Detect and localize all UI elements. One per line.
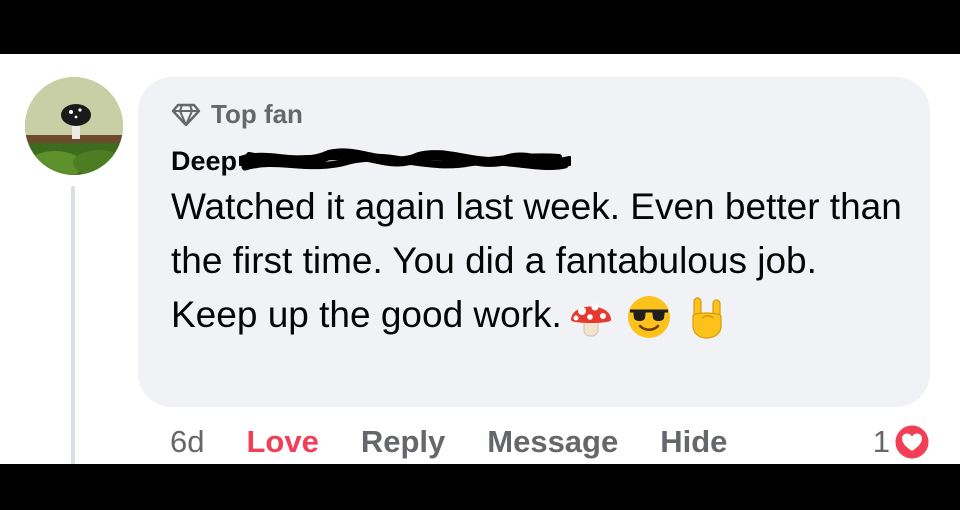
hide-button[interactable]: Hide: [660, 424, 727, 460]
horns-hand-emoji-icon: [684, 294, 730, 340]
redaction-scribble: [236, 147, 575, 175]
mushroom-emoji-icon: [568, 294, 614, 340]
diamond-icon: [171, 103, 201, 127]
author-name-link[interactable]: Deep: [171, 143, 575, 179]
reaction-summary[interactable]: 1: [873, 420, 932, 464]
reaction-count: 1: [872, 424, 890, 459]
comment-actions: 6d Love Reply Message Hide: [170, 422, 769, 462]
comment-timestamp[interactable]: 6d: [170, 424, 204, 460]
badge-label: Top fan: [211, 99, 303, 129]
comment-bubble: Top fan Deep Watched it again last week.…: [138, 77, 930, 407]
author-name: Deep: [171, 145, 238, 176]
thread-line: [71, 186, 75, 464]
reply-button[interactable]: Reply: [361, 424, 445, 460]
love-button[interactable]: Love: [246, 424, 318, 460]
sunglasses-emoji-icon: [626, 294, 672, 340]
top-fan-badge[interactable]: Top fan: [171, 99, 303, 130]
comment-body: Watched it again last week. Even better …: [171, 186, 902, 335]
message-button[interactable]: Message: [487, 424, 618, 460]
emoji-row: [568, 294, 742, 340]
avatar[interactable]: [25, 77, 123, 175]
comment-panel: Top fan Deep Watched it again last week.…: [0, 54, 960, 464]
comment-text: Watched it again last week. Even better …: [171, 180, 911, 342]
love-reaction-icon: [892, 422, 932, 462]
